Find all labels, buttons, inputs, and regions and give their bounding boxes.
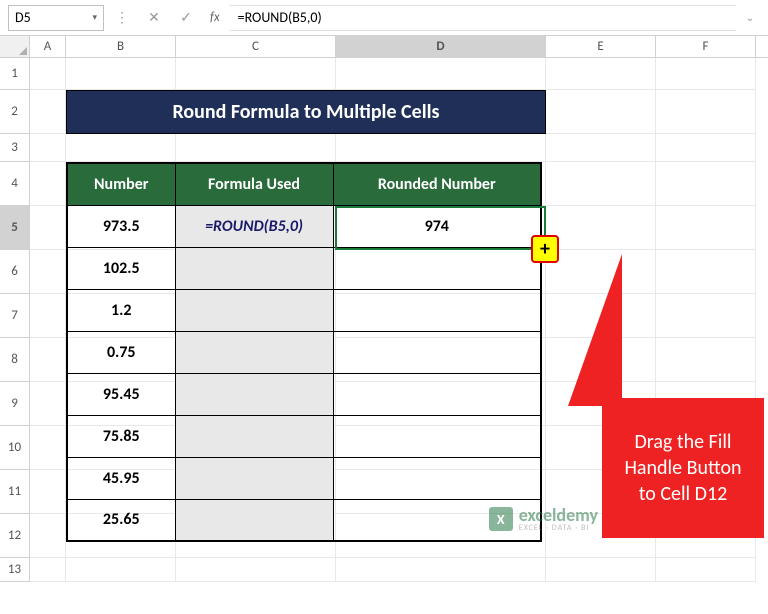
cell-result[interactable]: [333, 457, 541, 499]
header-formula: Formula Used: [175, 163, 333, 205]
watermark-sub: EXCEL · DATA · BI: [519, 524, 598, 532]
row-header-1[interactable]: 1: [0, 58, 30, 90]
cell-formula[interactable]: [175, 331, 333, 373]
row-header-13[interactable]: 13: [0, 558, 30, 582]
cell-result[interactable]: [333, 415, 541, 457]
cell-formula[interactable]: [175, 457, 333, 499]
cell-result[interactable]: [333, 289, 541, 331]
divider-icon: ⋮: [108, 5, 136, 31]
column-headers: A B C D E F: [0, 36, 768, 58]
row-headers: 1 2 3 4 5 6 7 8 9 10 11 12 13: [0, 58, 30, 582]
watermark: exceldemy EXCEL · DATA · BI: [489, 506, 598, 532]
row-header-10[interactable]: 10: [0, 426, 30, 470]
cell-result[interactable]: [333, 373, 541, 415]
header-rounded: Rounded Number: [333, 163, 541, 205]
name-box-value: D5: [15, 9, 31, 26]
name-box[interactable]: D5 ▾: [8, 5, 104, 31]
cell-result[interactable]: [333, 331, 541, 373]
cells-area[interactable]: Round Formula to Multiple Cells Number F…: [30, 58, 768, 582]
table-row: 0.75: [67, 331, 541, 373]
formula-bar-expand-icon[interactable]: ⌄: [740, 11, 760, 24]
name-box-dropdown-icon[interactable]: ▾: [92, 12, 97, 23]
spreadsheet-grid: A B C D E F 1 2 3 4 5 6 7 8 9 10 11 12 1…: [0, 36, 768, 582]
cell-number[interactable]: 0.75: [67, 331, 175, 373]
table-row: 45.95: [67, 457, 541, 499]
cell-formula[interactable]: [175, 499, 333, 541]
formula-input[interactable]: =ROUND(B5,0): [230, 5, 736, 31]
watermark-logo-icon: [489, 507, 513, 531]
cell-formula[interactable]: =ROUND(B5,0): [175, 205, 333, 247]
row-header-9[interactable]: 9: [0, 382, 30, 426]
enter-icon[interactable]: ✓: [172, 5, 200, 31]
row-header-11[interactable]: 11: [0, 470, 30, 514]
watermark-main: exceldemy: [519, 506, 598, 524]
callout-annotation: Drag the Fill Handle Button to Cell D12: [602, 398, 764, 538]
fill-handle[interactable]: +: [531, 235, 559, 263]
select-all-button[interactable]: [0, 36, 30, 57]
row-header-5[interactable]: 5: [0, 206, 30, 250]
cell-number[interactable]: 1.2: [67, 289, 175, 331]
formula-text: =ROUND(B5,0): [238, 9, 322, 26]
table-row: 973.5=ROUND(B5,0)974: [67, 205, 541, 247]
cell-number[interactable]: 25.65: [67, 499, 175, 541]
formula-bar: D5 ▾ ⋮ ✕ ✓ fx =ROUND(B5,0) ⌄: [0, 0, 768, 36]
table-row: 75.85: [67, 415, 541, 457]
cell-formula[interactable]: [175, 415, 333, 457]
col-header-D[interactable]: D: [336, 36, 546, 57]
col-header-E[interactable]: E: [546, 36, 656, 57]
row-header-8[interactable]: 8: [0, 338, 30, 382]
table-row: 1.2: [67, 289, 541, 331]
cell-result[interactable]: 974: [333, 205, 541, 247]
row-header-2[interactable]: 2: [0, 90, 30, 134]
col-header-C[interactable]: C: [176, 36, 336, 57]
cell-formula[interactable]: [175, 289, 333, 331]
cell-number[interactable]: 973.5: [67, 205, 175, 247]
table-row: 95.45: [67, 373, 541, 415]
fx-icon[interactable]: fx: [204, 10, 226, 25]
page-title: Round Formula to Multiple Cells: [66, 90, 546, 134]
col-header-F[interactable]: F: [656, 36, 756, 57]
cell-result[interactable]: [333, 247, 541, 289]
row-header-12[interactable]: 12: [0, 514, 30, 558]
table-row: 102.5: [67, 247, 541, 289]
row-header-3[interactable]: 3: [0, 134, 30, 162]
cell-number[interactable]: 102.5: [67, 247, 175, 289]
table-row: 25.65: [67, 499, 541, 541]
cell-number[interactable]: 95.45: [67, 373, 175, 415]
cell-formula[interactable]: [175, 247, 333, 289]
cancel-icon[interactable]: ✕: [140, 5, 168, 31]
cell-number[interactable]: 45.95: [67, 457, 175, 499]
col-header-A[interactable]: A: [30, 36, 66, 57]
row-header-4[interactable]: 4: [0, 162, 30, 206]
row-header-7[interactable]: 7: [0, 294, 30, 338]
data-table: Number Formula Used Rounded Number 973.5…: [66, 162, 542, 542]
row-header-6[interactable]: 6: [0, 250, 30, 294]
col-header-B[interactable]: B: [66, 36, 176, 57]
header-number: Number: [67, 163, 175, 205]
cell-number[interactable]: 75.85: [67, 415, 175, 457]
cell-formula[interactable]: [175, 373, 333, 415]
